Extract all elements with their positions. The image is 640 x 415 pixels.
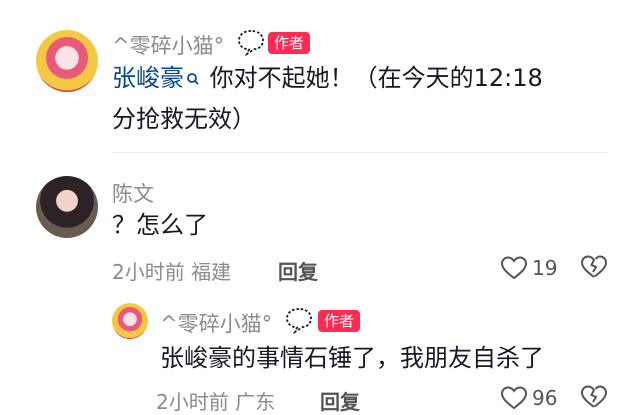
like-count: 96 bbox=[532, 386, 558, 410]
reply-button[interactable]: 回复 bbox=[320, 386, 360, 415]
comment-username[interactable]: 陈文 bbox=[112, 178, 154, 208]
author-badge: 作者 bbox=[268, 32, 311, 54]
comment-location: 福建 bbox=[191, 260, 232, 284]
speech-bubble-icon bbox=[284, 306, 314, 338]
reply-meta: 2小时前 广东 bbox=[156, 386, 275, 415]
reply-button[interactable]: 回复 bbox=[278, 256, 318, 285]
avatar[interactable] bbox=[36, 30, 98, 92]
search-tag-icon bbox=[186, 59, 200, 99]
user-mention[interactable]: 张峻豪 bbox=[112, 64, 184, 92]
avatar[interactable] bbox=[36, 176, 98, 238]
reply-text: 张峻豪的事情石锤了，我朋友自杀了 bbox=[160, 344, 544, 372]
broken-heart-icon[interactable] bbox=[580, 254, 608, 284]
comment-username[interactable]: ^零碎小猫° bbox=[112, 30, 224, 60]
avatar[interactable] bbox=[112, 303, 148, 339]
comment-time: 2小时前 bbox=[112, 260, 185, 284]
heart-icon bbox=[500, 255, 528, 281]
like-button[interactable]: 19 bbox=[500, 254, 557, 282]
comment-text: ？怎么了 bbox=[112, 211, 208, 239]
like-count: 19 bbox=[532, 256, 558, 280]
author-badge: 作者 bbox=[318, 310, 361, 332]
reply-time: 2小时前 bbox=[156, 390, 229, 414]
like-button[interactable]: 96 bbox=[500, 384, 557, 412]
heart-icon bbox=[500, 385, 528, 411]
reply-location: 广东 bbox=[235, 390, 276, 414]
broken-heart-icon[interactable] bbox=[580, 384, 608, 414]
comment-text: 张峻豪 你对不起她！（在今天的12:18 分抢救无效） bbox=[112, 58, 612, 139]
speech-bubble-icon bbox=[236, 28, 266, 60]
divider bbox=[112, 152, 607, 153]
reply-username[interactable]: ^零碎小猫° bbox=[160, 308, 272, 338]
comment-meta: 2小时前 福建 bbox=[112, 256, 231, 285]
